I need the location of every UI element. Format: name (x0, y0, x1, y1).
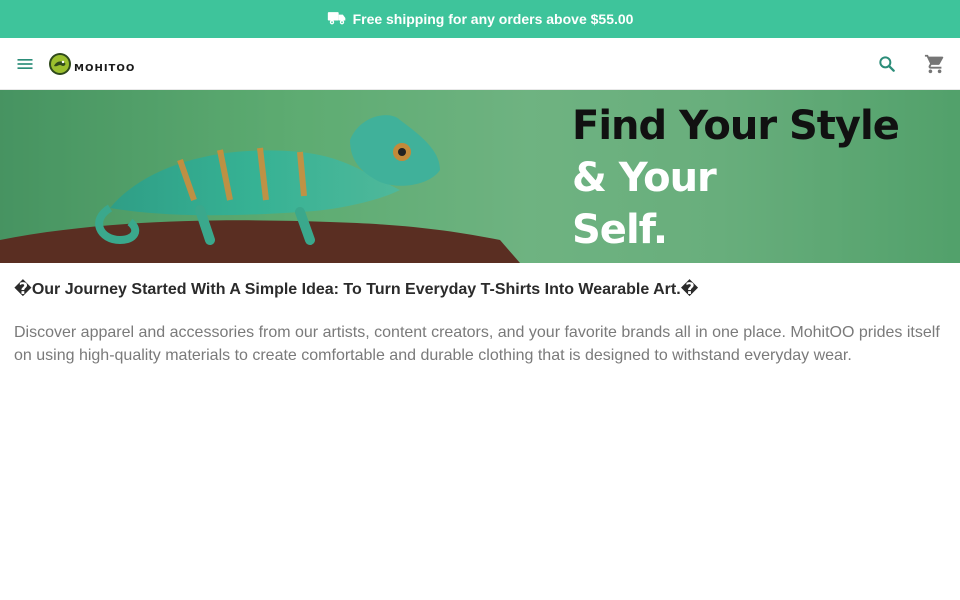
menu-button[interactable] (14, 53, 36, 75)
truck-icon (327, 10, 347, 29)
hero-banner[interactable]: Find Your Style & Your Self. (0, 90, 960, 263)
search-icon (879, 55, 895, 72)
hero-line-3: Self. (572, 207, 668, 253)
cart-icon (924, 54, 944, 73)
site-logo[interactable]: MOHITOO (48, 49, 135, 79)
search-button[interactable] (876, 53, 898, 75)
hero-headline: Find Your Style & Your Self. (572, 100, 952, 256)
logo-text: MOHITOO (74, 63, 136, 74)
hero-line-2: & Your (572, 155, 717, 201)
about-headline: �Our Journey Started With A Simple Idea:… (14, 281, 699, 298)
hero-line-1: Find Your Style (572, 103, 900, 149)
about-description: Discover apparel and accessories from ou… (14, 324, 940, 364)
shipping-promo-bar: Free shipping for any orders above $55.0… (0, 0, 960, 38)
menu-icon (17, 58, 33, 69)
chameleon-logo-icon (49, 52, 71, 75)
cart-button[interactable] (924, 53, 946, 75)
site-header: MOHITOO (0, 38, 960, 90)
about-section: �Our Journey Started With A Simple Idea:… (0, 263, 960, 383)
promo-text: Free shipping for any orders above $55.0… (352, 11, 634, 27)
